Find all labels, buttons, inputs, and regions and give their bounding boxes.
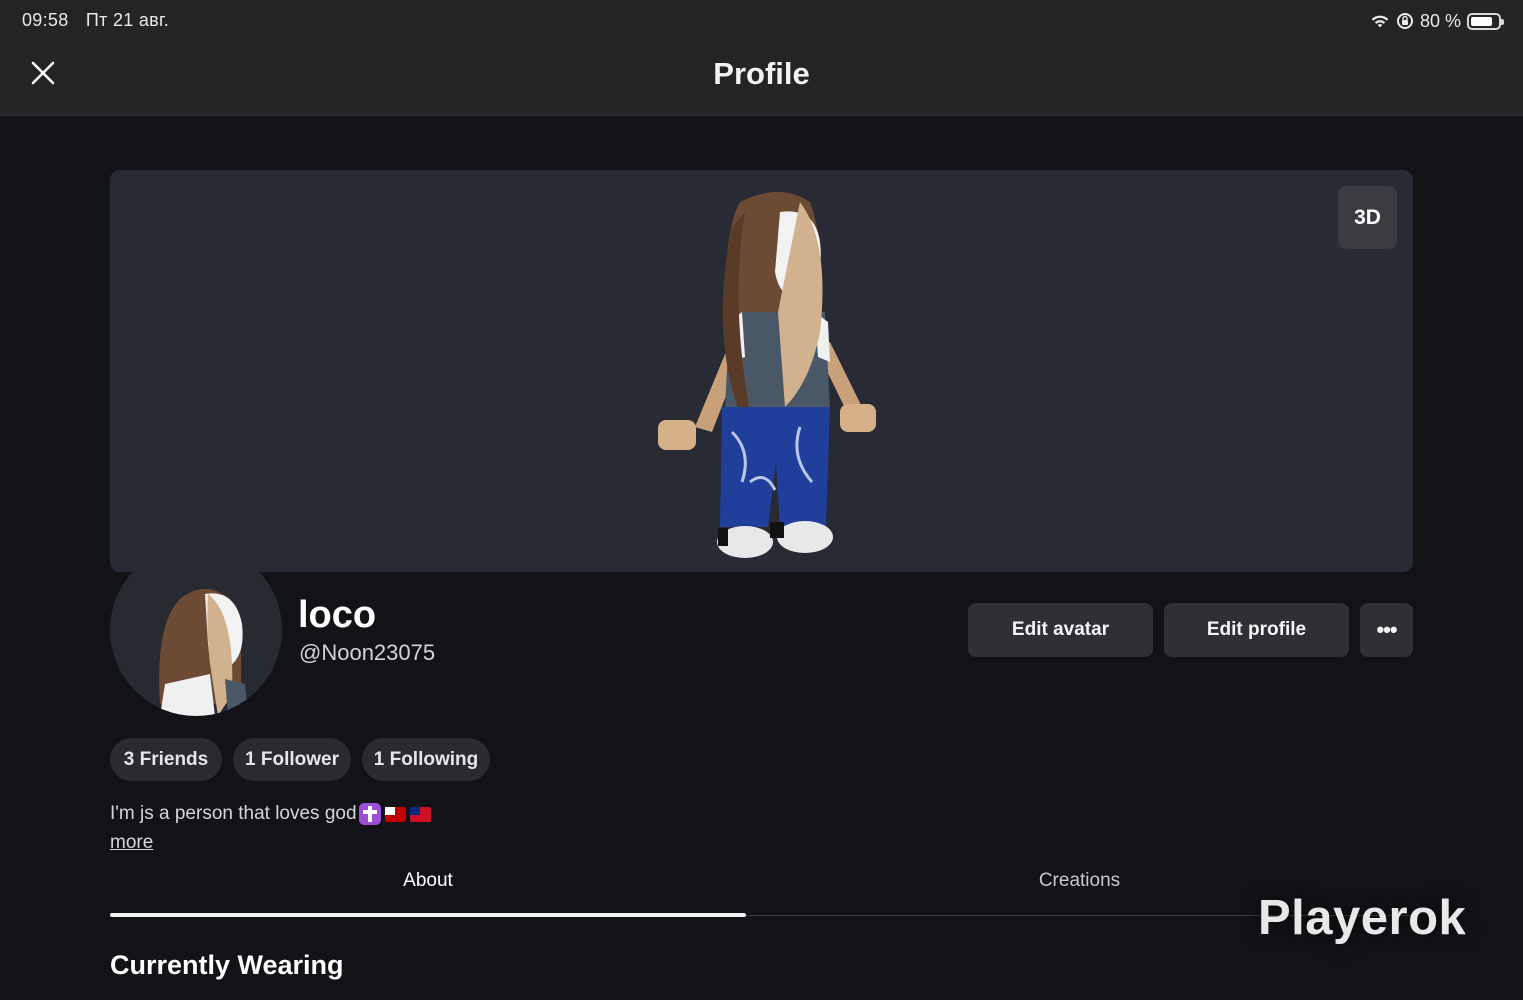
display-name: loco [298,594,377,636]
bio-text: I'm js a person that loves god [110,803,357,824]
latin-cross-emoji [358,803,381,825]
avatar-preview-panel[interactable]: 3D [110,170,1413,572]
followers-count-button[interactable]: 1 Follower [233,738,351,781]
3d-view-button[interactable]: 3D [1338,186,1397,249]
bio: I'm js a person that loves god [110,803,431,825]
nav-bar: Profile [0,44,1523,116]
friends-count-button[interactable]: 3 Friends [110,738,222,781]
tonga-flag-emoji [384,806,406,822]
status-time: 09:58 [22,10,69,30]
battery-icon [1467,12,1504,30]
battery-fill [1471,16,1492,26]
avatar[interactable] [110,544,282,716]
more-options-button[interactable]: ••• [1360,603,1413,657]
samoa-flag-emoji [409,806,431,822]
status-date: Пт 21 авг. [85,10,170,30]
tab-about[interactable]: About [110,870,746,918]
wifi-icon [1371,15,1389,28]
tab-active-indicator [110,913,746,917]
watermark-logo: Playerok [1258,891,1467,945]
more-options-icon: ••• [1376,617,1397,642]
orientation-lock-icon [1396,13,1413,29]
status-left: 09:58 Пт 21 авг. [22,10,181,31]
edit-avatar-button[interactable]: Edit avatar [968,603,1153,657]
status-right: 80 % [1370,9,1504,33]
avatar-headshot [159,589,248,716]
battery-percent: 80 % [1419,10,1461,31]
bio-more-link[interactable]: more [110,832,153,854]
status-bar: 09:58 Пт 21 авг. 80 % [0,0,1523,44]
section-title-currently-wearing: Currently Wearing [110,950,344,980]
following-count-button[interactable]: 1 Following [362,738,490,781]
page-title: Profile [713,56,810,91]
username: @Noon23075 [299,640,436,665]
avatar-3d-figure[interactable] [650,182,890,572]
edit-profile-button[interactable]: Edit profile [1164,603,1349,657]
